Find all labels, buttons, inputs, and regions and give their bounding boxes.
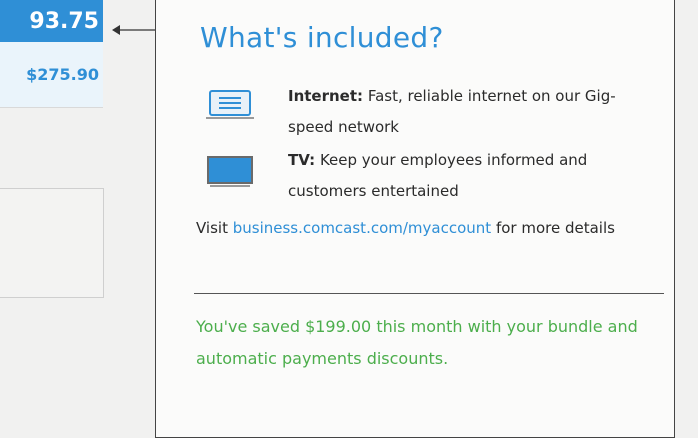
tv-icon bbox=[207, 156, 253, 187]
bill-summary-column: 93.75 $275.90 bbox=[0, 0, 104, 423]
divider bbox=[194, 293, 664, 294]
account-link[interactable]: business.comcast.com/myaccount bbox=[233, 219, 491, 237]
pointer-arrow-icon bbox=[112, 25, 156, 35]
previous-amount-value: $275.90 bbox=[26, 65, 99, 84]
visit-prefix: Visit bbox=[196, 219, 228, 237]
amount-due-bar: 93.75 bbox=[0, 0, 103, 42]
router-icon bbox=[206, 90, 254, 119]
feature-internet-text: Internet: Fast, reliable internet on our… bbox=[288, 81, 656, 143]
feature-tv-text: TV: Keep your employees informed and cus… bbox=[288, 145, 656, 207]
savings-message: You've saved $199.00 this month with you… bbox=[196, 317, 638, 368]
whats-included-panel: What's included? Internet: Fast, reliabl… bbox=[155, 0, 675, 438]
feature-tv-description: Keep your employees informed and custome… bbox=[288, 151, 588, 200]
panel-title: What's included? bbox=[200, 21, 444, 54]
feature-tv-name: TV: bbox=[288, 151, 316, 169]
bill-section-box bbox=[0, 188, 104, 298]
amount-due-value: 93.75 bbox=[29, 8, 99, 34]
visit-account-text: Visit business.comcast.com/myaccount for… bbox=[196, 213, 666, 244]
previous-amount-row: $275.90 bbox=[0, 42, 103, 108]
visit-suffix: for more details bbox=[495, 219, 615, 237]
feature-internet-name: Internet: bbox=[288, 87, 364, 105]
